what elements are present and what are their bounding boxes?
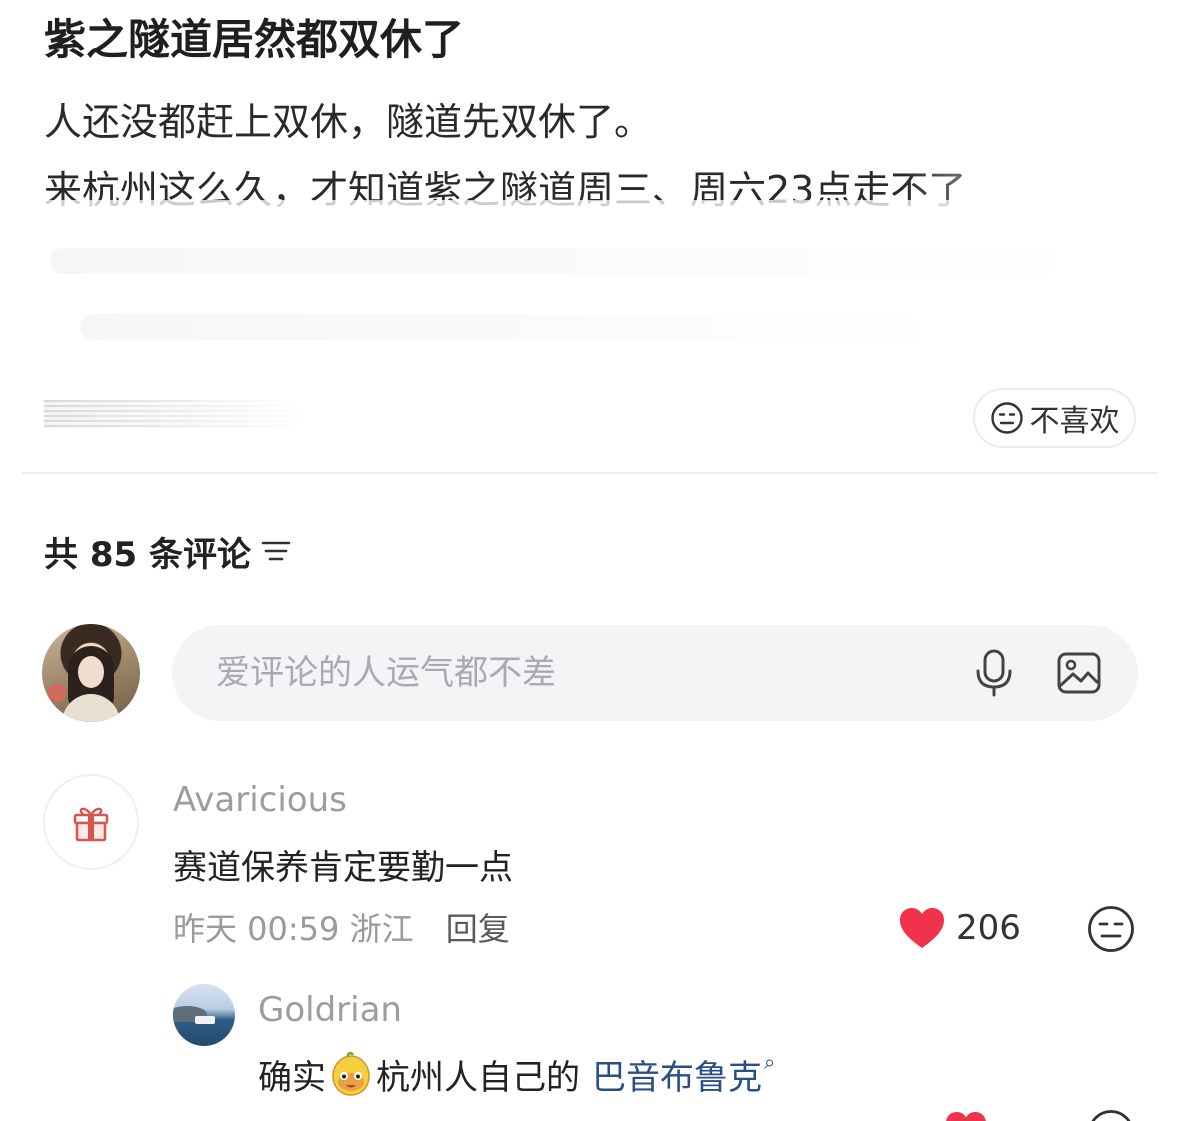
heart-icon: [900, 908, 944, 948]
comment-time: 昨天 00:59: [173, 910, 340, 948]
microphone-icon[interactable]: [972, 649, 1016, 697]
comment-username[interactable]: Avaricious: [173, 780, 347, 820]
commenter-avatar[interactable]: [43, 774, 139, 870]
post-title: 紫之隧道居然都双休了: [44, 15, 465, 64]
dislike-comment-icon[interactable]: [1086, 904, 1136, 954]
divider: [22, 472, 1158, 474]
topic-link-label: 巴音布鲁克: [592, 1058, 762, 1098]
reply-text-before: 确实: [258, 1058, 326, 1098]
topic-link[interactable]: 巴音布鲁克 ⌕: [592, 1050, 775, 1099]
image-icon[interactable]: [1056, 651, 1102, 695]
like-count: 206: [956, 908, 1021, 948]
heart-icon[interactable]: [944, 1110, 988, 1121]
comments-header[interactable]: 共 85 条评论: [44, 525, 291, 577]
comment-count: 共 85 条评论: [44, 534, 251, 575]
comment-input-placeholder: 爱评论的人运气都不差: [216, 653, 556, 693]
comment-input[interactable]: 爱评论的人运气都不差: [172, 625, 1138, 721]
dislike-comment-icon[interactable]: [1086, 1108, 1136, 1121]
blurred-text-line: [80, 314, 960, 340]
reply-button[interactable]: 回复: [446, 910, 510, 948]
reply-text-after: 杭州人自己的: [376, 1058, 580, 1098]
sort-filter-icon[interactable]: [261, 538, 291, 564]
search-icon: ⌕: [764, 1050, 776, 1074]
dislike-post-button[interactable]: 不喜欢: [973, 388, 1136, 448]
dislike-label: 不喜欢: [1029, 404, 1120, 439]
my-avatar[interactable]: [42, 624, 140, 722]
sticker-emoji-icon: [332, 1051, 370, 1096]
reply-text: 确实 杭州人自己的 巴音布鲁克 ⌕: [258, 1050, 775, 1099]
post-page: 紫之隧道居然都双休了 人还没都赶上双休，隧道先双休了。 来杭州这么久，才知道紫之…: [0, 0, 1179, 1121]
blurred-text-line: [50, 248, 1110, 274]
blurred-post-meta: [44, 400, 306, 428]
comment-text: 赛道保养肯定要勤一点: [173, 848, 513, 888]
post-body-line-1: 人还没都赶上双休，隧道先双休了。: [44, 100, 653, 144]
gift-icon: [73, 807, 109, 842]
comment-location: 浙江: [349, 910, 414, 948]
reply-username[interactable]: Goldrian: [258, 990, 402, 1030]
like-button[interactable]: 206: [898, 904, 1021, 952]
comment-meta: 昨天 00:59 浙江 回复: [173, 904, 510, 950]
neutral-face-icon: [990, 402, 1023, 434]
reply-avatar[interactable]: [173, 984, 235, 1046]
